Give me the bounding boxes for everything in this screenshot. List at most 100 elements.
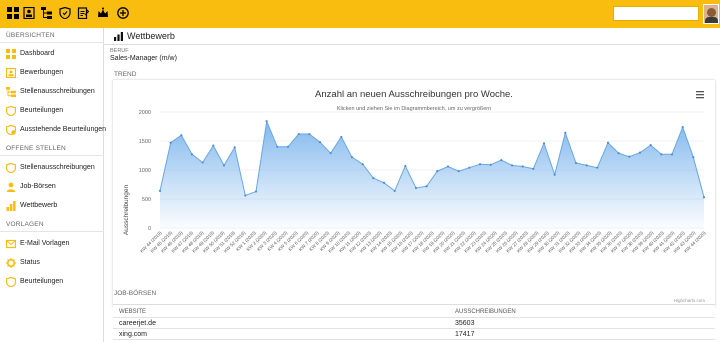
chart-credits[interactable]: Highcharts.com (674, 298, 706, 303)
trend-chart[interactable]: Anzahl an neuen Ausschreibungen pro Woch… (113, 80, 715, 307)
data-point[interactable] (702, 196, 706, 199)
data-point[interactable] (478, 163, 482, 166)
user-icon (6, 182, 16, 192)
website-cell: xing.com (119, 331, 148, 338)
email-icon (6, 239, 16, 249)
data-point[interactable] (158, 189, 162, 192)
sidebar-item-review-templates[interactable]: Beurteilungen (0, 274, 104, 290)
data-point[interactable] (457, 170, 460, 173)
trend-label: TREND (114, 71, 137, 78)
data-point[interactable] (649, 143, 652, 147)
data-point[interactable] (340, 135, 343, 139)
data-point[interactable] (617, 152, 620, 155)
beruf-label: BERUF (110, 48, 129, 54)
data-point[interactable] (489, 163, 492, 166)
website-cell: careerjet.de (119, 320, 156, 327)
data-point[interactable] (532, 167, 535, 170)
data-point[interactable] (436, 170, 439, 173)
data-point[interactable] (500, 159, 503, 162)
data-point[interactable] (446, 165, 450, 168)
data-point[interactable] (564, 131, 567, 134)
data-point[interactable] (510, 164, 514, 167)
data-point[interactable] (350, 156, 354, 159)
dashboard-icon[interactable] (6, 6, 20, 20)
sidebar-item-job-boards[interactable]: Job-Börsen (0, 179, 104, 195)
sidebar-item-job-postings[interactable]: Stellenausschreibungen (0, 84, 104, 100)
data-point[interactable] (542, 142, 546, 145)
chart-title: Anzahl an neuen Ausschreibungen pro Woch… (315, 89, 513, 100)
data-point[interactable] (233, 146, 236, 149)
sidebar-item-label: Beurteilungen (20, 107, 64, 114)
data-point[interactable] (393, 189, 396, 192)
data-point[interactable] (329, 152, 332, 155)
jobboards-label: JOB-BÖRSEN (114, 290, 157, 297)
sidebar: ÜBERSICHTEN Dashboard Bewerbungen Stelle… (0, 28, 106, 342)
data-point[interactable] (318, 141, 322, 144)
data-point[interactable] (372, 177, 375, 180)
dashboard-icon (6, 49, 16, 59)
data-point[interactable] (382, 181, 386, 184)
data-point[interactable] (222, 164, 226, 167)
search-input[interactable] (613, 6, 699, 21)
sidebar-item-competition[interactable]: Wettbewerb (0, 198, 104, 214)
data-point[interactable] (660, 153, 663, 156)
data-point[interactable] (585, 164, 588, 167)
shield-icon[interactable] (58, 6, 72, 20)
clipboard-icon[interactable] (76, 6, 90, 20)
sidebar-item-status[interactable]: Status (0, 255, 104, 271)
data-point[interactable] (169, 141, 172, 144)
gear-icon (6, 258, 16, 268)
data-point[interactable] (692, 156, 695, 159)
series-area[interactable] (160, 121, 704, 228)
data-point[interactable] (596, 166, 599, 169)
sidebar-item-applications[interactable]: Bewerbungen (0, 65, 104, 81)
data-point[interactable] (265, 120, 268, 123)
data-point[interactable] (425, 185, 428, 188)
avatar[interactable] (703, 4, 719, 24)
data-point[interactable] (297, 132, 300, 136)
table-row: careerjet.de 35603 (113, 318, 715, 329)
sidebar-item-job-postings-2[interactable]: Stellenausschreibungen (0, 160, 104, 176)
data-point[interactable] (521, 165, 524, 168)
add-circle-icon[interactable] (116, 6, 130, 20)
chart-subtitle: Klicken und ziehen Sie im Diagrammbereic… (337, 106, 491, 112)
data-point[interactable] (276, 145, 279, 148)
data-point[interactable] (606, 141, 610, 144)
hamburger-menu-icon[interactable] (696, 91, 704, 99)
page-title: Wettbewerb (127, 31, 175, 41)
shield-icon (6, 106, 16, 116)
y-axis-label: Ausschreibungen (123, 185, 130, 236)
sidebar-item-email-templates[interactable]: E-Mail Vorlagen (0, 236, 104, 252)
data-point[interactable] (254, 190, 258, 193)
data-point[interactable] (212, 144, 215, 147)
data-point[interactable] (308, 132, 311, 136)
data-point[interactable] (404, 164, 407, 168)
data-point[interactable] (286, 145, 290, 148)
data-point[interactable] (414, 186, 418, 190)
data-point[interactable] (681, 125, 684, 129)
data-point[interactable] (190, 153, 194, 156)
sidebar-item-reviews[interactable]: Beurteilungen (0, 103, 104, 119)
sidebar-item-pending-reviews[interactable]: Ausstehende Beurteilungen (0, 122, 106, 138)
data-point[interactable] (244, 194, 247, 197)
sidebar-item-label: Job-Börsen (20, 183, 56, 190)
data-point[interactable] (468, 166, 471, 169)
jobboards-table: WEBSITE AUSSCHREIBUNGEN careerjet.de 356… (113, 304, 715, 342)
org-chart-icon[interactable] (40, 6, 54, 20)
top-bar (0, 0, 720, 28)
sidebar-item-label: Stellenausschreibungen (20, 88, 95, 95)
data-point[interactable] (628, 155, 631, 158)
beruf-select[interactable]: Sales-Manager (m/w) (110, 55, 177, 62)
y-tick-label: 0 (148, 226, 151, 232)
data-point[interactable] (638, 151, 642, 154)
data-point[interactable] (180, 134, 183, 137)
data-point[interactable] (201, 161, 204, 164)
data-point[interactable] (553, 173, 556, 176)
crown-icon[interactable] (96, 6, 110, 20)
data-point[interactable] (361, 163, 364, 166)
sidebar-item-dashboard[interactable]: Dashboard (0, 46, 104, 62)
data-point[interactable] (574, 161, 578, 165)
chart-svg[interactable]: Anzahl an neuen Ausschreibungen pro Woch… (113, 80, 715, 307)
data-point[interactable] (670, 153, 674, 156)
profile-card-icon[interactable] (22, 6, 36, 20)
